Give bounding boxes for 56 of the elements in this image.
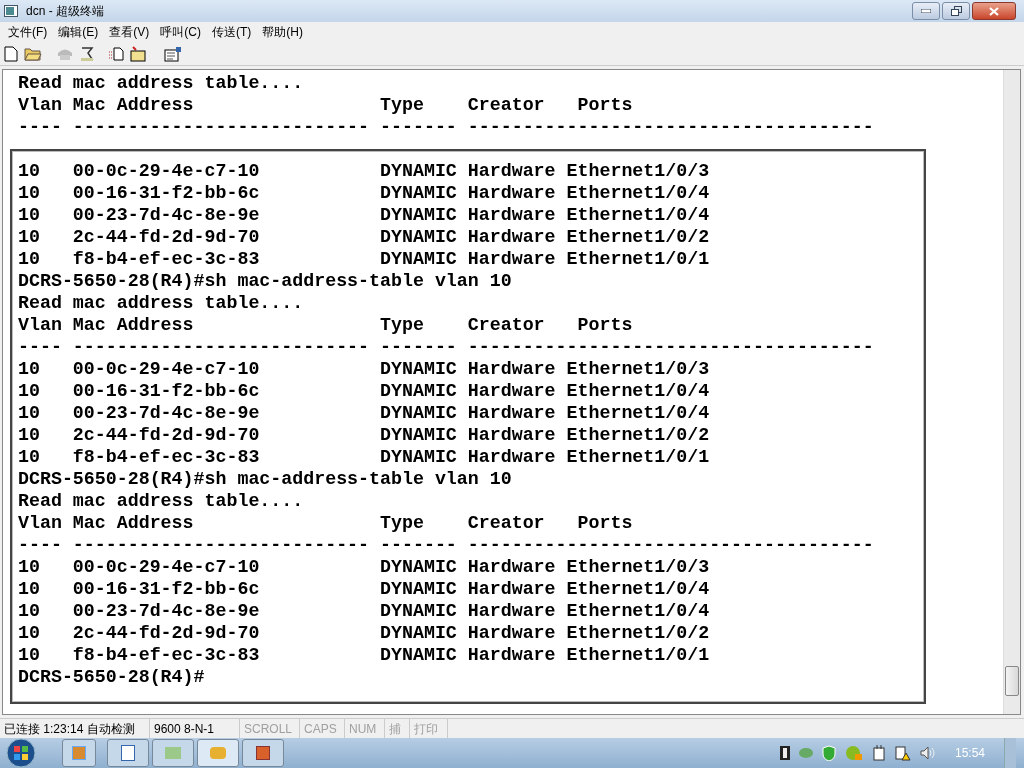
window-title: dcn - 超级终端 [26, 3, 105, 20]
scrollbar-thumb[interactable] [1005, 666, 1019, 696]
terminal-line: 10 f8-b4-ef-ec-3c-83 DYNAMIC Hardware Ethernet1/0/1 [18, 446, 710, 468]
minimize-icon [921, 9, 931, 13]
terminal-line: Read mac address table.... [18, 72, 304, 94]
terminal-line: ---- --------------------------- ------- ------------------------------------- [18, 534, 874, 556]
terminal-line: 10 00-23-7d-4c-8e-9e DYNAMIC Hardware Ethernet1/0/4 [18, 600, 710, 622]
terminal-line: 10 f8-b4-ef-ec-3c-83 DYNAMIC Hardware Ethernet1/0/1 [18, 644, 710, 666]
terminal-line: 10 2c-44-fd-2d-9d-70 DYNAMIC Hardware Ethernet1/0/2 [18, 424, 710, 446]
new-file-icon[interactable] [4, 45, 18, 62]
terminal-line: Vlan Mac Address Type Creator Ports [18, 512, 633, 534]
terminal-line: ---- --------------------------- ------- ------------------------------------- [18, 116, 874, 138]
close-icon [989, 6, 999, 16]
terminal-line: DCRS-5650-28(R4)#sh mac-address-table vlan 10 [18, 468, 512, 490]
terminal-line: 10 00-16-31-f2-bb-6c DYNAMIC Hardware Ethernet1/0/4 [18, 182, 710, 204]
power-plug-icon[interactable] [871, 745, 886, 761]
terminal-line: 10 f8-b4-ef-ec-3c-83 DYNAMIC Hardware Ethernet1/0/1 [18, 248, 710, 270]
send-icon[interactable] [108, 46, 124, 61]
menu-item[interactable]: 编辑(E) [54, 23, 103, 41]
word-document-icon[interactable] [107, 739, 149, 767]
terminal-line: Read mac address table.... [18, 490, 304, 512]
menu-item[interactable]: 传送(T) [208, 23, 256, 41]
terminal-line: DCRS-5650-28(R4)# [18, 666, 205, 688]
status-dot-icon[interactable] [798, 748, 813, 758]
restore-button[interactable] [942, 2, 970, 20]
terminal-line: 10 00-23-7d-4c-8e-9e DYNAMIC Hardware Ethernet1/0/4 [18, 402, 710, 424]
terminal-line: 10 00-16-31-f2-bb-6c DYNAMIC Hardware Ethernet1/0/4 [18, 380, 710, 402]
terminal-line: 10 2c-44-fd-2d-9d-70 DYNAMIC Hardware Ethernet1/0/2 [18, 622, 710, 644]
menu-item[interactable]: 呼叫(C) [156, 23, 205, 41]
terminal-line: 10 00-0c-29-4e-c7-10 DYNAMIC Hardware Ethernet1/0/3 [18, 556, 710, 578]
shield-icon[interactable] [821, 745, 836, 761]
close-button[interactable] [972, 2, 1016, 20]
terminal-line: Vlan Mac Address Type Creator Ports [18, 94, 633, 116]
terminal-line: 10 00-0c-29-4e-c7-10 DYNAMIC Hardware Ethernet1/0/3 [18, 358, 710, 380]
menu-item[interactable]: 帮助(H) [258, 23, 307, 41]
receive-icon[interactable] [130, 45, 146, 62]
terminal-line: 10 00-23-7d-4c-8e-9e DYNAMIC Hardware Ethernet1/0/4 [18, 204, 710, 226]
menu-item[interactable]: 文件(F) [4, 23, 52, 41]
taskbar-app-icon[interactable] [197, 739, 239, 767]
properties-icon[interactable] [164, 45, 182, 62]
terminal-line: DCRS-5650-28(R4)#sh mac-address-table vlan 10 [18, 270, 512, 292]
app-icon [4, 5, 18, 17]
terminal-line: Vlan Mac Address Type Creator Ports [18, 314, 633, 336]
terminal-line: Read mac address table.... [18, 292, 304, 314]
vertical-scrollbar[interactable] [1003, 70, 1020, 714]
menu-item[interactable]: 查看(V) [105, 23, 154, 41]
restore-icon [950, 6, 962, 16]
terminal-line: ---- --------------------------- ------- ------------------------------------- [18, 336, 874, 358]
terminal-line: 10 00-16-31-f2-bb-6c DYNAMIC Hardware Ethernet1/0/4 [18, 578, 710, 600]
open-folder-icon[interactable] [24, 46, 42, 61]
film-icon[interactable] [779, 746, 790, 760]
terminal-line: 10 2c-44-fd-2d-9d-70 DYNAMIC Hardware Ethernet1/0/2 [18, 226, 710, 248]
network-warning-icon[interactable] [894, 745, 911, 761]
volume-icon[interactable] [919, 746, 936, 760]
terminal-line: 10 00-0c-29-4e-c7-10 DYNAMIC Hardware Ethernet1/0/3 [18, 160, 710, 182]
start-button[interactable] [4, 738, 38, 768]
